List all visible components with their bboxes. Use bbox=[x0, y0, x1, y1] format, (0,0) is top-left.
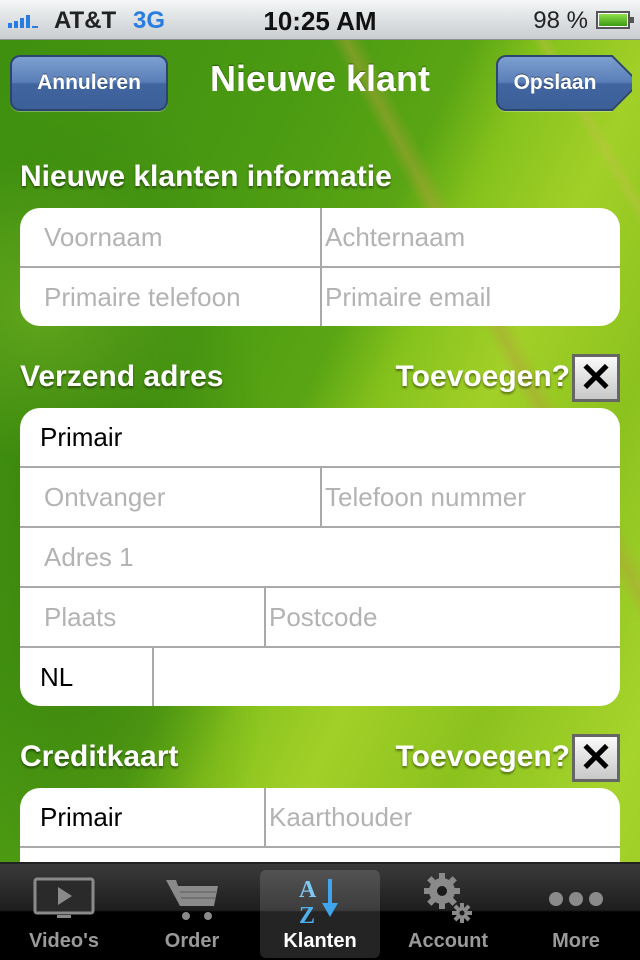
credit-card-add-label: Toevoegen? bbox=[395, 740, 570, 773]
name-row bbox=[20, 208, 620, 266]
last-name-input[interactable] bbox=[325, 208, 620, 266]
city-row bbox=[20, 586, 620, 646]
tab-label: Account bbox=[408, 930, 488, 952]
customer-info-heading: Nieuwe klanten informatie bbox=[20, 160, 392, 193]
address-row bbox=[20, 526, 620, 586]
contact-row bbox=[20, 266, 620, 326]
recipient-input[interactable] bbox=[44, 468, 320, 526]
country-cell[interactable]: NL bbox=[20, 648, 152, 706]
svg-text:A: A bbox=[299, 877, 317, 903]
az-sort-icon: A Z bbox=[260, 870, 380, 928]
shipping-heading: Verzend adres bbox=[20, 360, 224, 393]
card-type-value: Primair bbox=[40, 801, 123, 832]
battery-percent: 98 % bbox=[533, 7, 588, 34]
country-row: NL bbox=[20, 646, 620, 706]
shipping-phone-cell bbox=[320, 468, 620, 526]
country-extra-input[interactable] bbox=[157, 648, 620, 706]
email-cell bbox=[320, 268, 620, 326]
status-bar: AT&T 3G 10:25 AM 98 % bbox=[0, 0, 640, 40]
save-button[interactable]: Opslaan bbox=[496, 55, 612, 111]
credit-card-add-checkbox[interactable]: ✕ bbox=[572, 734, 620, 782]
shipping-type-value: Primair bbox=[40, 421, 123, 452]
shipping-phone-input[interactable] bbox=[325, 468, 620, 526]
address1-input[interactable] bbox=[44, 528, 620, 586]
gears-icon bbox=[388, 870, 508, 928]
tab-label: Video's bbox=[29, 930, 99, 952]
shipping-group: Primair NL bbox=[20, 408, 620, 706]
last-name-cell bbox=[320, 208, 620, 266]
tab-label: More bbox=[552, 930, 600, 952]
recipient-row bbox=[20, 466, 620, 526]
first-name-input[interactable] bbox=[44, 208, 320, 266]
tab-order[interactable]: Order bbox=[132, 870, 252, 958]
tab-more[interactable]: More bbox=[516, 870, 636, 958]
cardholder-cell bbox=[264, 788, 620, 846]
card-type-row: Primair bbox=[20, 788, 620, 846]
shipping-type-row[interactable]: Primair bbox=[20, 408, 620, 466]
shipping-type-cell[interactable]: Primair bbox=[20, 408, 620, 466]
credit-card-heading: Creditkaart bbox=[20, 740, 179, 773]
postcode-input[interactable] bbox=[269, 588, 620, 646]
tab-klanten[interactable]: A Z Klanten bbox=[260, 870, 380, 958]
tab-label: Order bbox=[164, 930, 220, 952]
postcode-cell bbox=[264, 588, 620, 646]
first-name-cell bbox=[20, 208, 320, 266]
cancel-button[interactable]: Annuleren bbox=[10, 55, 168, 111]
battery-icon bbox=[596, 11, 634, 29]
more-dots-icon bbox=[516, 870, 636, 928]
card-type-cell[interactable]: Primair bbox=[20, 788, 264, 846]
shopping-cart-icon bbox=[132, 870, 252, 928]
tab-bar: Video's Order A Z Klanten Account More bbox=[0, 862, 640, 960]
save-button-arrow[interactable] bbox=[610, 55, 632, 111]
cardholder-input[interactable] bbox=[269, 788, 620, 846]
phone-cell bbox=[20, 268, 320, 326]
shipping-add-label: Toevoegen? bbox=[395, 360, 570, 393]
address1-cell bbox=[20, 528, 620, 586]
city-cell bbox=[20, 588, 264, 646]
page-title: Nieuwe klant bbox=[209, 58, 431, 99]
credit-card-group: Primair bbox=[20, 788, 620, 868]
customer-info-group bbox=[20, 208, 620, 326]
country-value: NL bbox=[40, 661, 74, 692]
tab-videos[interactable]: Video's bbox=[4, 870, 124, 958]
primary-email-input[interactable] bbox=[325, 268, 620, 326]
tab-label: Klanten bbox=[283, 930, 357, 952]
tab-account[interactable]: Account bbox=[388, 870, 508, 958]
svg-text:Z: Z bbox=[299, 903, 315, 925]
recipient-cell bbox=[20, 468, 320, 526]
city-input[interactable] bbox=[44, 588, 264, 646]
country-extra-cell bbox=[152, 648, 620, 706]
primary-phone-input[interactable] bbox=[44, 268, 320, 326]
tv-play-icon bbox=[4, 870, 124, 928]
shipping-add-checkbox[interactable]: ✕ bbox=[572, 354, 620, 402]
